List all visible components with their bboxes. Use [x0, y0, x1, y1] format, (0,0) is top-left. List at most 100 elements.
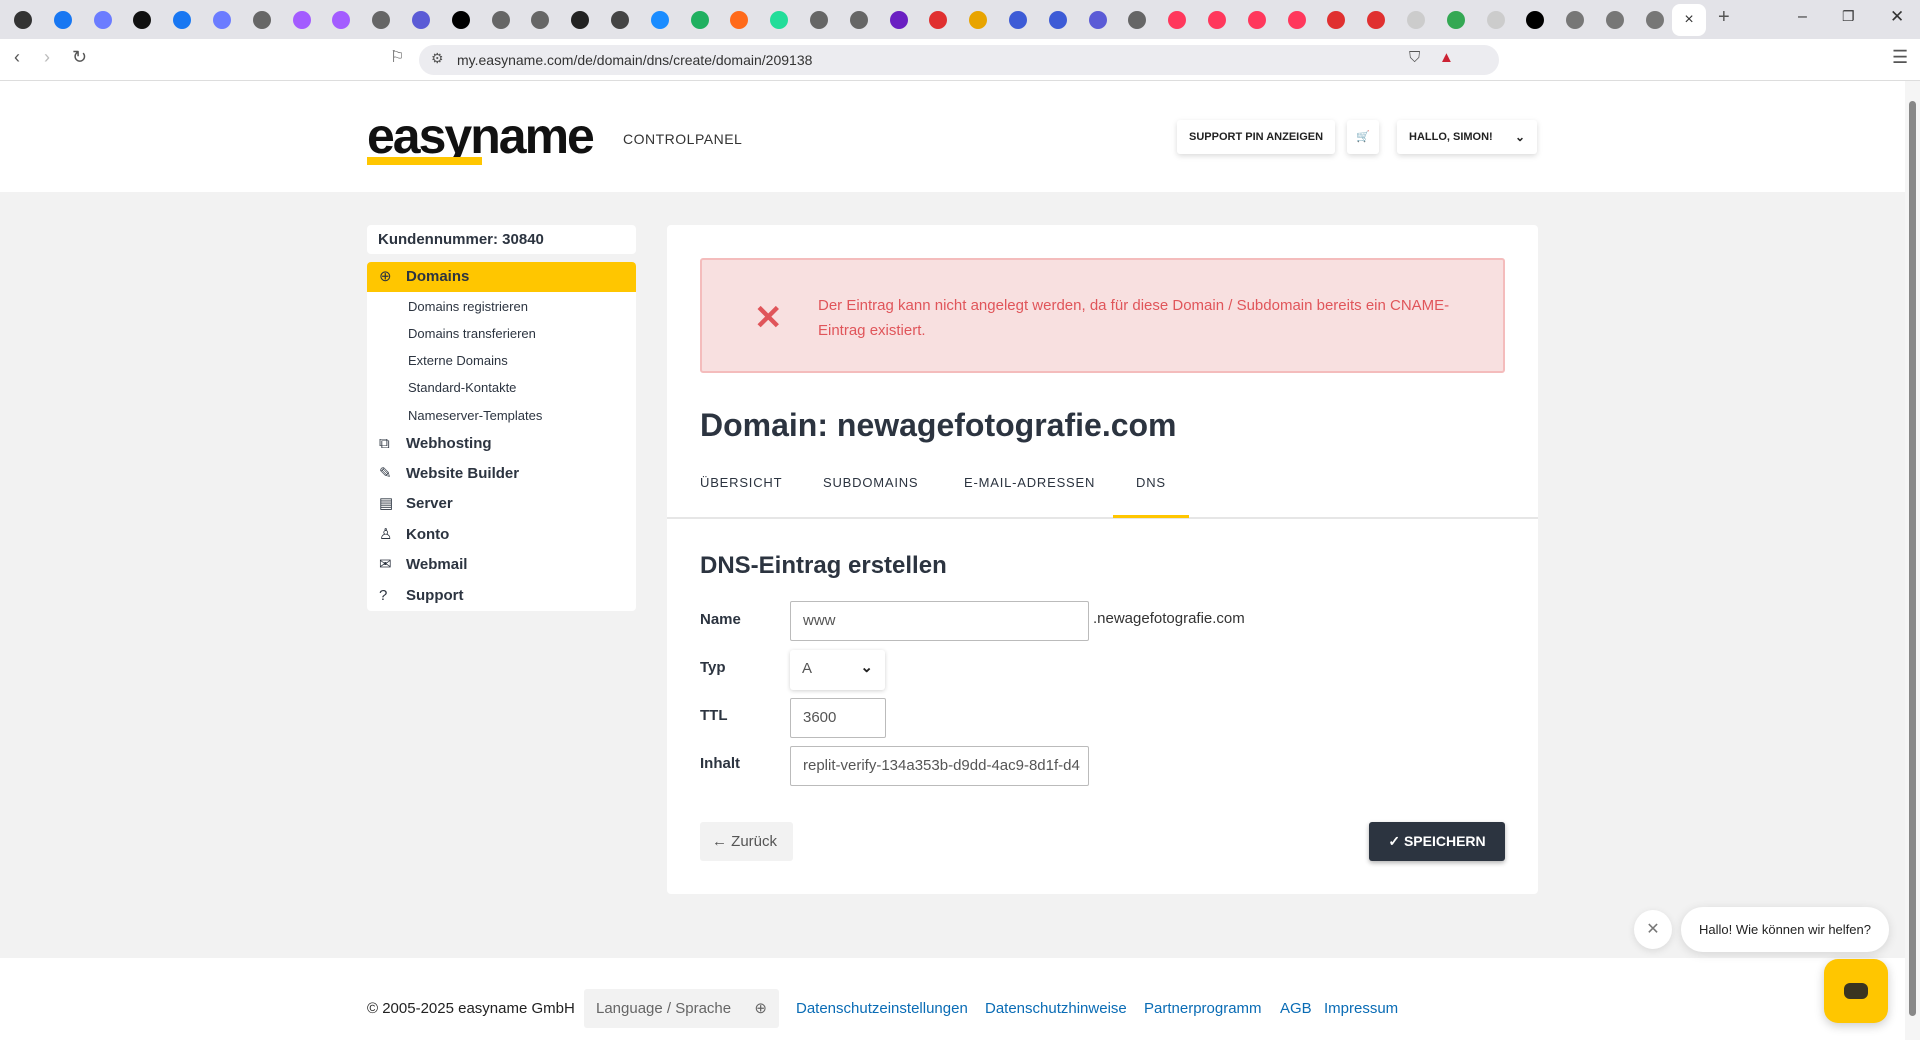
reload-icon[interactable]: ↻: [72, 47, 87, 68]
browser-tab[interactable]: [650, 11, 669, 29]
user-menu-button[interactable]: HALLO, SIMON! ⌄: [1397, 120, 1537, 154]
brave-rewards-icon[interactable]: ▲: [1439, 49, 1454, 66]
browser-tab[interactable]: [611, 11, 629, 29]
restore-button[interactable]: ❐: [1842, 8, 1855, 25]
bookmark-icon[interactable]: ⚐: [390, 47, 404, 67]
browser-tab[interactable]: [1168, 11, 1187, 29]
tab-subdomains[interactable]: SUBDOMAINS: [823, 475, 918, 490]
footer-link-partner[interactable]: Partnerprogramm: [1144, 1000, 1262, 1017]
browser-tab[interactable]: [491, 11, 510, 29]
browser-tab[interactable]: [1128, 11, 1147, 29]
language-selector[interactable]: Language / Sprache ⊕: [584, 989, 779, 1028]
browser-tab[interactable]: [770, 11, 789, 29]
tab-uebersicht[interactable]: ÜBERSICHT: [700, 475, 782, 490]
new-tab-button[interactable]: +: [1718, 6, 1730, 29]
browser-tab[interactable]: [1287, 11, 1306, 29]
sidebar-item-konto[interactable]: ♙ Konto: [367, 520, 636, 550]
name-input[interactable]: www: [790, 601, 1089, 641]
browser-tab[interactable]: [173, 11, 192, 29]
cart-icon[interactable]: 🛒: [1347, 120, 1379, 154]
browser-tab[interactable]: [571, 11, 590, 29]
sidebar-item-server[interactable]: ▤ Server: [367, 489, 636, 519]
active-tab-indicator: [1113, 515, 1189, 518]
browser-tab[interactable]: [969, 11, 988, 29]
back-nav-icon[interactable]: ‹: [14, 47, 20, 68]
support-pin-button[interactable]: SUPPORT PIN ANZEIGEN: [1177, 120, 1336, 154]
sidebar-item-webmail[interactable]: ✉ Webmail: [367, 550, 636, 580]
tab-dns[interactable]: DNS: [1136, 475, 1166, 490]
chevron-down-icon: ⌄: [860, 659, 873, 676]
footer-link-privacy[interactable]: Datenschutzhinweise: [985, 1000, 1127, 1017]
browser-tab[interactable]: [1446, 11, 1465, 29]
active-tab-close-button[interactable]: ×: [1672, 4, 1706, 36]
sidebar-item-website-builder[interactable]: ✎ Website Builder: [367, 459, 636, 489]
sidebar-subitem-contacts[interactable]: Standard-Kontakte: [408, 380, 516, 395]
browser-tab[interactable]: [531, 11, 550, 29]
footer-link-agb[interactable]: AGB: [1280, 1000, 1312, 1017]
form-title: DNS-Eintrag erstellen: [700, 552, 947, 579]
chat-close-button[interactable]: ✕: [1634, 910, 1672, 949]
url-text[interactable]: my.easyname.com/de/domain/dns/create/dom…: [457, 52, 812, 68]
browser-tab[interactable]: [1048, 11, 1067, 29]
sidebar-item-webhosting[interactable]: ⧉ Webhosting: [367, 429, 636, 459]
browser-tab[interactable]: [451, 11, 470, 29]
back-button[interactable]: ← Zurück: [700, 822, 793, 861]
browser-tab[interactable]: [332, 11, 351, 29]
browser-tab[interactable]: [14, 11, 32, 29]
sidebar-subitem-external[interactable]: Externe Domains: [408, 353, 508, 368]
forward-nav-icon[interactable]: ›: [44, 47, 50, 68]
browser-tab[interactable]: [1566, 11, 1585, 29]
browser-tab[interactable]: [53, 11, 72, 29]
browser-tab[interactable]: [372, 11, 391, 29]
minimize-button[interactable]: –: [1798, 8, 1807, 26]
browser-tab[interactable]: [1208, 11, 1226, 29]
browser-tab[interactable]: [1407, 11, 1425, 29]
browser-tab[interactable]: [1009, 11, 1027, 29]
browser-tab[interactable]: [810, 11, 828, 29]
browser-tab[interactable]: [1327, 11, 1346, 29]
logo-underline: [367, 157, 482, 165]
arrow-left-icon: ←: [712, 833, 732, 850]
page-scrollbar[interactable]: [1905, 81, 1920, 1040]
sidebar-item-support[interactable]: ? Support: [367, 581, 636, 611]
address-bar[interactable]: ⚙ my.easyname.com/de/domain/dns/create/d…: [419, 45, 1499, 75]
browser-tab[interactable]: [93, 11, 112, 29]
footer-link-privacy-settings[interactable]: Datenschutzeinstellungen: [796, 1000, 968, 1017]
browser-tab[interactable]: [1367, 11, 1386, 29]
browser-tab[interactable]: [133, 11, 152, 29]
browser-tab[interactable]: [213, 11, 231, 29]
menu-icon[interactable]: ☰: [1892, 47, 1908, 68]
save-button[interactable]: ✓ SPEICHERN: [1369, 822, 1505, 861]
sidebar-subitem-transfer[interactable]: Domains transferieren: [408, 326, 536, 341]
content-input[interactable]: replit-verify-134a353b-d9dd-4ac9-8d1f-d4: [790, 746, 1089, 786]
browser-tab[interactable]: [1088, 11, 1107, 29]
browser-tab[interactable]: [849, 11, 868, 29]
browser-tab[interactable]: [690, 11, 709, 29]
sidebar-item-domains[interactable]: ⊕ Domains: [367, 262, 636, 292]
type-select[interactable]: A ⌄: [790, 650, 885, 690]
browser-tab[interactable]: [730, 11, 749, 29]
site-settings-icon[interactable]: ⚙: [431, 50, 444, 67]
chat-launcher-button[interactable]: [1824, 959, 1888, 1023]
browser-tab[interactable]: [1645, 11, 1664, 29]
browser-tab[interactable]: [1606, 11, 1624, 29]
scrollbar-thumb[interactable]: [1909, 101, 1916, 1016]
page-title: Domain: newagefotografie.com: [700, 407, 1177, 443]
browser-tab[interactable]: [1526, 11, 1545, 29]
ttl-input[interactable]: 3600: [790, 698, 886, 738]
browser-tab[interactable]: [412, 11, 430, 29]
browser-tab[interactable]: [929, 11, 948, 29]
footer-link-impressum[interactable]: Impressum: [1324, 1000, 1398, 1017]
sidebar-subitem-nameserver[interactable]: Nameserver-Templates: [408, 408, 542, 423]
tab-email-adressen[interactable]: E-MAIL-ADRESSEN: [964, 475, 1095, 490]
chat-greeting[interactable]: Hallo! Wie können wir helfen?: [1681, 907, 1889, 952]
brave-shields-icon[interactable]: ⛉: [1409, 49, 1420, 66]
browser-tab[interactable]: [1247, 11, 1266, 29]
sidebar-item-label: Support: [406, 587, 464, 604]
close-window-button[interactable]: ✕: [1890, 7, 1904, 27]
browser-tab[interactable]: [889, 11, 908, 29]
browser-tab[interactable]: [1486, 11, 1505, 29]
browser-tab[interactable]: [292, 11, 311, 29]
sidebar-subitem-register[interactable]: Domains registrieren: [408, 299, 528, 314]
browser-tab[interactable]: [252, 11, 271, 29]
